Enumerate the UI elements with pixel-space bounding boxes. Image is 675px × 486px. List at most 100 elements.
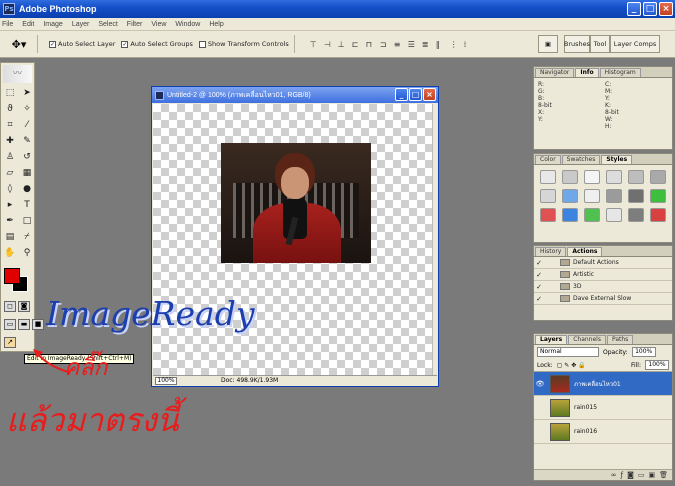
hand-tool-icon[interactable]: ✋ — [2, 246, 18, 261]
transparent-canvas[interactable] — [153, 104, 433, 377]
move-tool-icon[interactable]: ➤ — [19, 86, 35, 101]
distribute-left-icon[interactable]: ‖ — [436, 40, 445, 49]
eye-icon[interactable]: 👁 — [534, 380, 546, 388]
type-tool-icon[interactable]: T — [19, 198, 35, 213]
gradient-tool-icon[interactable]: ▦ — [19, 166, 35, 181]
tab-histogram[interactable]: Histogram — [599, 68, 641, 77]
style-swatch[interactable] — [562, 189, 578, 203]
distribute-right-icon[interactable]: ⁞ — [464, 40, 473, 49]
trash-icon[interactable]: 🗑 — [659, 470, 668, 480]
check-icon[interactable]: ✓ — [534, 283, 544, 291]
lasso-tool-icon[interactable]: ϑ — [2, 102, 18, 117]
dodge-tool-icon[interactable]: ● — [19, 182, 35, 197]
style-swatch[interactable] — [540, 170, 556, 184]
marquee-tool-icon[interactable]: ⬚ — [2, 86, 18, 101]
auto-select-groups-checkbox[interactable]: ✓ Auto Select Groups — [121, 40, 193, 48]
slice-tool-icon[interactable]: ⁄ — [19, 118, 35, 133]
align-bottom-icon[interactable]: ⊥ — [338, 40, 347, 49]
foreground-color-swatch[interactable] — [4, 268, 20, 284]
path-selection-icon[interactable]: ▸ — [2, 198, 18, 213]
style-swatch[interactable] — [628, 170, 644, 184]
show-transform-controls-checkbox[interactable]: Show Transform Controls — [198, 40, 289, 48]
layer-row[interactable]: rain015 — [534, 396, 672, 420]
layer-comps-tab[interactable]: Layer Comps — [610, 35, 660, 53]
style-swatch[interactable] — [606, 189, 622, 203]
style-swatch[interactable] — [650, 189, 666, 203]
align-vcenter-icon[interactable]: ⊣ — [324, 40, 333, 49]
check-icon[interactable]: ✓ — [534, 295, 544, 303]
menu-filter[interactable]: Filter — [127, 21, 143, 28]
quick-mask-icon[interactable]: ◙ — [18, 301, 30, 312]
magic-wand-tool-icon[interactable]: ✧ — [19, 102, 35, 117]
menu-layer[interactable]: Layer — [72, 21, 90, 28]
layer-row[interactable]: rain016 — [534, 420, 672, 444]
eyedropper-tool-icon[interactable]: ⌿ — [19, 230, 35, 245]
document-vertical-scrollbar[interactable] — [432, 104, 438, 377]
check-icon[interactable]: ✓ — [534, 259, 544, 267]
new-layer-icon[interactable]: ▣ — [648, 470, 655, 480]
style-swatch[interactable] — [606, 170, 622, 184]
action-set-row[interactable]: ✓ Dave External Slow — [534, 293, 672, 305]
zoom-tool-icon[interactable]: ⚲ — [19, 246, 35, 261]
menu-edit[interactable]: Edit — [22, 21, 34, 28]
brushes-tab[interactable]: Brushes — [564, 35, 590, 53]
crop-tool-icon[interactable]: ⌗ — [2, 118, 18, 133]
healing-brush-icon[interactable]: ✚ — [2, 134, 18, 149]
style-swatch[interactable] — [606, 208, 622, 222]
feather-logo-icon[interactable]: 〰 — [3, 65, 32, 83]
style-swatch[interactable] — [628, 208, 644, 222]
style-swatch[interactable] — [650, 170, 666, 184]
close-button[interactable]: × — [659, 2, 673, 16]
tab-styles[interactable]: Styles — [601, 155, 633, 164]
style-swatch[interactable] — [540, 208, 556, 222]
tab-color[interactable]: Color — [535, 155, 561, 164]
menu-file[interactable]: File — [2, 21, 13, 28]
style-swatch[interactable] — [584, 170, 600, 184]
distribute-hcenter-icon[interactable]: ⋮ — [450, 40, 459, 49]
style-swatch[interactable] — [562, 208, 578, 222]
brush-tool-icon[interactable]: ✎ — [19, 134, 35, 149]
menu-help[interactable]: Help — [209, 21, 223, 28]
menu-view[interactable]: View — [151, 21, 166, 28]
lock-icon[interactable]: ▢ ✎ ✥ 🔒 — [557, 362, 586, 369]
clone-stamp-icon[interactable]: ♙ — [2, 150, 18, 165]
style-swatch[interactable] — [628, 189, 644, 203]
screen-mode-full-icon[interactable]: ■ — [32, 319, 44, 330]
fill-input[interactable]: 100% — [645, 360, 669, 370]
notes-tool-icon[interactable]: ▤ — [2, 230, 18, 245]
tab-swatches[interactable]: Swatches — [561, 155, 601, 164]
screen-mode-standard-icon[interactable]: ▭ — [4, 319, 16, 330]
add-mask-icon[interactable]: ◙ — [627, 470, 634, 480]
menu-image[interactable]: Image — [43, 21, 62, 28]
zoom-field[interactable]: 100% — [155, 376, 177, 385]
link-layers-icon[interactable]: ∞ — [611, 470, 617, 480]
style-swatch[interactable] — [584, 189, 600, 203]
opacity-input[interactable]: 100% — [631, 347, 656, 357]
pen-tool-icon[interactable]: ✒ — [2, 214, 18, 229]
style-swatch[interactable] — [650, 208, 666, 222]
align-left-icon[interactable]: ⊏ — [352, 40, 361, 49]
document-minimize-button[interactable]: _ — [395, 88, 408, 101]
blur-tool-icon[interactable]: ◊ — [2, 182, 18, 197]
check-icon[interactable]: ✓ — [534, 271, 544, 279]
document-maximize-button[interactable]: □ — [409, 88, 422, 101]
layer-row[interactable]: 👁 ภาพเคลื่อนไหว01 — [534, 372, 672, 396]
maximize-button[interactable]: □ — [643, 2, 657, 16]
history-brush-icon[interactable]: ↺ — [19, 150, 35, 165]
action-set-row[interactable]: ✓ Default Actions — [534, 257, 672, 269]
tab-paths[interactable]: Paths — [606, 335, 634, 344]
blend-mode-select[interactable]: Normal — [537, 347, 599, 357]
tab-navigator[interactable]: Navigator — [535, 68, 575, 77]
distribute-top-icon[interactable]: ≡ — [394, 40, 403, 49]
auto-select-layer-checkbox[interactable]: ✓ Auto Select Layer — [49, 40, 115, 48]
jump-to-imageready-button[interactable]: ↗ — [4, 337, 16, 348]
action-set-row[interactable]: ✓ 3D — [534, 281, 672, 293]
doc-size-info[interactable]: Doc: 498.9K/1.93M — [221, 376, 278, 385]
tab-actions[interactable]: Actions — [567, 247, 603, 256]
distribute-vcenter-icon[interactable]: ☰ — [408, 40, 417, 49]
minimize-button[interactable]: _ — [627, 2, 641, 16]
tab-info[interactable]: Info — [575, 68, 599, 77]
move-tool-preset-icon[interactable]: ✥▾ — [6, 34, 32, 54]
align-top-icon[interactable]: ⊤ — [310, 40, 319, 49]
style-swatch[interactable] — [584, 208, 600, 222]
